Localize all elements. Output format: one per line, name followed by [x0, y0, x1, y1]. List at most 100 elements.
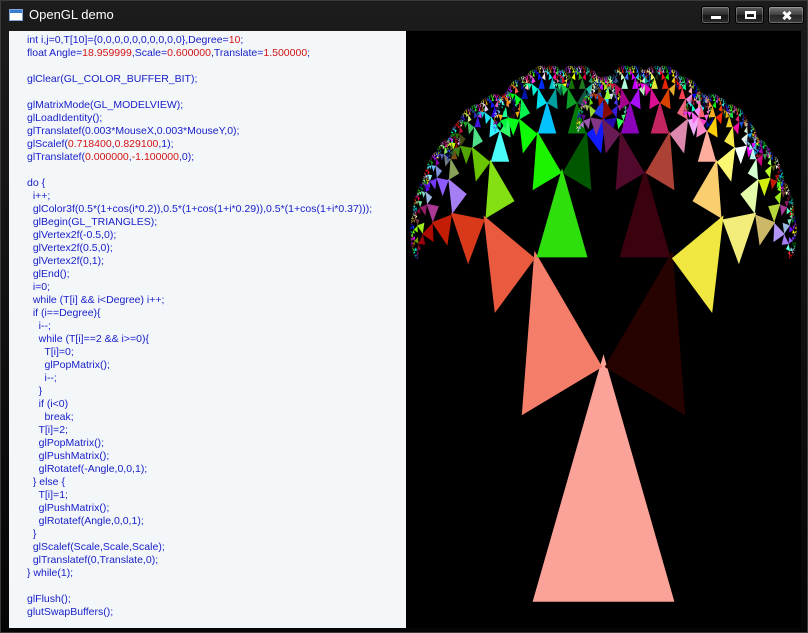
tree-triangle — [692, 98, 694, 102]
tree-triangle — [671, 215, 724, 313]
tree-triangle — [519, 78, 521, 82]
tree-triangle — [651, 66, 653, 70]
tree-triangle — [748, 120, 750, 122]
tree-triangle — [721, 98, 723, 100]
tree-triangle — [410, 224, 412, 226]
tree-triangle — [773, 154, 775, 157]
code-line: glScalef(Scale,Scale,Scale); — [27, 541, 165, 554]
tree-triangle — [744, 119, 746, 121]
tree-triangle — [549, 66, 551, 70]
tree-triangle — [462, 119, 464, 122]
minimize-button[interactable] — [701, 6, 730, 24]
tree-triangle — [708, 94, 710, 97]
tree-triangle — [614, 70, 616, 72]
tree-triangle — [459, 145, 473, 165]
tree-triangle — [573, 65, 575, 67]
tree-triangle — [535, 67, 537, 70]
tree-triangle — [654, 66, 656, 68]
tree-triangle — [467, 114, 472, 123]
tree-triangle — [791, 219, 795, 224]
tree-triangle — [731, 103, 733, 106]
tree-triangle — [674, 70, 676, 72]
tree-triangle — [411, 224, 413, 227]
tree-triangle — [669, 66, 671, 69]
tree-triangle — [543, 65, 545, 67]
tree-triangle — [764, 165, 772, 178]
title-bar[interactable]: OpenGL demo — [1, 1, 807, 30]
tree-triangle — [424, 178, 426, 181]
tree-triangle — [675, 80, 677, 84]
tree-triangle — [557, 67, 559, 70]
tree-triangle — [566, 68, 568, 71]
tree-triangle — [729, 108, 731, 111]
tree-triangle — [415, 196, 417, 198]
tree-triangle — [685, 81, 688, 86]
tree-triangle — [687, 111, 692, 118]
code-text: do { — [27, 177, 46, 189]
tree-triangle — [418, 190, 420, 193]
tree-triangle — [626, 108, 628, 110]
tree-triangle — [739, 108, 741, 111]
code-line: while (T[i] && i<Degree) i++; — [27, 294, 165, 307]
tree-triangle — [476, 104, 478, 107]
tree-triangle — [791, 250, 794, 254]
tree-triangle — [536, 70, 539, 76]
tree-triangle — [762, 144, 765, 150]
code-line: glTranslatef(0,Translate,0); — [27, 554, 158, 567]
tree-triangle — [413, 199, 415, 201]
tree-triangle — [676, 74, 679, 77]
close-button[interactable] — [768, 6, 804, 24]
tree-triangle — [636, 66, 638, 70]
tree-triangle — [619, 68, 621, 71]
code-line: glEnd(); — [27, 268, 70, 281]
tree-triangle — [435, 154, 437, 157]
tree-triangle — [521, 77, 523, 80]
tree-triangle — [630, 66, 631, 69]
tree-triangle — [690, 80, 692, 84]
tree-triangle — [412, 208, 414, 210]
tree-triangle — [439, 146, 441, 150]
tree-triangle — [651, 65, 653, 67]
tree-triangle — [586, 66, 588, 69]
tree-triangle — [415, 210, 417, 212]
tree-triangle — [625, 66, 627, 70]
code-line: float Angle=18.959999,Scale=0.600000,Tra… — [27, 47, 310, 60]
tree-triangle — [655, 65, 657, 67]
tree-triangle — [759, 154, 761, 156]
tree-triangle — [477, 106, 479, 109]
tree-triangle — [751, 125, 753, 129]
tree-triangle — [439, 153, 445, 161]
tree-triangle — [568, 65, 570, 67]
tree-triangle — [481, 102, 483, 105]
tree-triangle — [792, 229, 795, 234]
tree-triangle — [461, 119, 463, 121]
tree-triangle — [542, 66, 544, 70]
code-text: glVertex2f(0,1); — [27, 255, 105, 267]
tree-triangle — [771, 153, 773, 157]
tree-triangle — [660, 69, 662, 71]
tree-triangle — [483, 100, 485, 103]
tree-triangle — [744, 126, 748, 134]
tree-triangle — [787, 196, 790, 201]
tree-triangle — [794, 245, 796, 247]
maximize-button[interactable] — [735, 6, 764, 24]
tree-triangle — [424, 171, 426, 174]
tree-triangle — [496, 95, 498, 98]
tree-triangle — [531, 79, 532, 81]
tree-triangle — [778, 163, 780, 166]
opengl-viewport[interactable] — [406, 31, 801, 628]
code-text: ,0); — [178, 151, 195, 163]
tree-triangle — [564, 78, 568, 84]
tree-triangle — [624, 72, 629, 81]
tree-triangle — [706, 109, 709, 115]
tree-triangle — [723, 99, 725, 102]
tree-triangle — [739, 110, 741, 113]
fractal-tree-canvas — [409, 65, 798, 602]
tree-triangle — [424, 188, 426, 192]
tree-triangle — [518, 118, 538, 154]
tree-triangle — [724, 101, 726, 103]
maximize-icon — [745, 11, 756, 19]
tree-triangle — [447, 149, 451, 154]
code-text: i++; — [27, 190, 51, 202]
tree-triangle — [787, 186, 789, 189]
